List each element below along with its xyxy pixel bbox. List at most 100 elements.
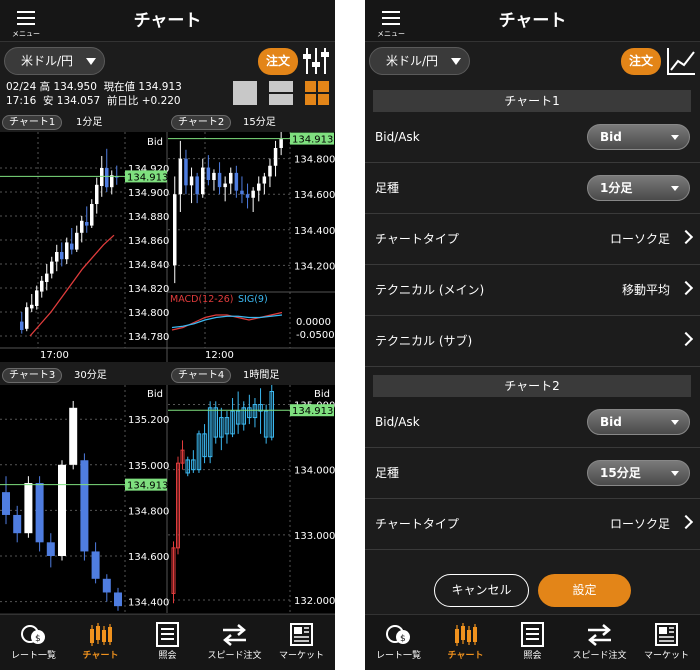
currency-pair-select[interactable]: 米ドル/円 [369, 47, 470, 75]
y-tick-label: 135.200 [128, 415, 169, 426]
settings-select[interactable]: Bid [587, 124, 690, 150]
settings-row-label: チャートタイプ [375, 232, 459, 246]
confirm-button[interactable]: 設定 [538, 574, 631, 607]
y-tick-label: 134.000 [294, 466, 335, 477]
candle-body [2, 492, 10, 515]
chart2-x-label: 12:00 [205, 350, 234, 361]
high-label: 高 [39, 81, 51, 93]
tab-label: スピード注文 [207, 651, 262, 661]
tab-label: チャート [447, 651, 484, 661]
tab-list[interactable]: 照会 [499, 615, 566, 670]
section-header-chart1: チャート1 [373, 90, 691, 112]
tab-coins[interactable]: $ レート一覧 [0, 615, 67, 670]
macd-tick-1: -0.0500 [296, 330, 335, 341]
tab-swap-arrows[interactable]: スピード注文 [201, 615, 268, 670]
candle-body [262, 176, 267, 184]
chart1-tag[interactable]: チャート1 [2, 115, 63, 130]
candle-body [50, 261, 54, 274]
settings-row[interactable]: チャートタイプ ローソク足 [365, 499, 700, 550]
candle-body [184, 158, 188, 186]
chart1-x-label: 17:00 [40, 350, 69, 361]
tab-newspaper[interactable]: マーケット [633, 615, 700, 670]
tab-list[interactable]: 照会 [134, 615, 201, 670]
current-value: 134.913 [138, 81, 182, 93]
candle-body [58, 464, 66, 556]
chart3-tag[interactable]: チャート3 [2, 368, 63, 383]
settings-row[interactable]: 足種 15分足 [365, 448, 700, 499]
tab-candlestick[interactable]: チャート [432, 615, 499, 670]
tab-label: レート一覧 [375, 651, 421, 661]
tab-candlestick[interactable]: チャート [67, 615, 134, 670]
candle-body [105, 168, 109, 188]
tab-bar: $ レート一覧 チャート 照会 スピード注文 マーケット [365, 614, 700, 670]
candle-body [75, 232, 79, 250]
change-value: +0.220 [141, 95, 181, 107]
chart3-current-price: 134.913 [127, 481, 168, 492]
order-button[interactable]: 注文 [258, 48, 298, 75]
chevron-right-icon [678, 331, 694, 347]
candle-body [90, 204, 94, 226]
y-tick-label: 134.820 [128, 284, 169, 295]
settings-select[interactable]: 15分足 [587, 460, 690, 486]
tab-swap-arrows[interactable]: スピード注文 [566, 615, 633, 670]
candle-body [240, 190, 244, 195]
chart-row-top[interactable]: Bid 134.920134.900134.880134.860134.8401… [0, 132, 335, 362]
settings-row-label: 足種 [375, 466, 400, 480]
newspaper-icon [655, 623, 678, 646]
chart-screen: メニュー チャート 米ドル/円 注文 02/24 高 134.950 現在値 1… [0, 0, 335, 670]
candle-body [100, 168, 104, 186]
chart2-tag[interactable]: チャート2 [171, 115, 232, 130]
tab-label: 照会 [158, 651, 177, 661]
candle-body [245, 194, 250, 198]
settings-row[interactable]: テクニカル (サブ) [365, 316, 700, 367]
chart4-current-price: 134.913 [292, 406, 333, 417]
settings-select[interactable]: Bid [587, 409, 690, 435]
layout-quad-icon[interactable] [304, 80, 330, 106]
cancel-button[interactable]: キャンセル [434, 574, 529, 607]
currency-pair-select[interactable]: 米ドル/円 [4, 47, 105, 75]
chart3-timeframe: 30分足 [74, 370, 107, 381]
chevron-right-icon [678, 280, 694, 296]
layout-split-icon[interactable] [268, 80, 294, 106]
candle-body [46, 542, 55, 556]
y-tick-label: 134.400 [128, 598, 169, 609]
dropdown-arrow-icon [671, 420, 679, 425]
candle-body [30, 304, 34, 309]
settings-select[interactable]: 1分足 [587, 175, 690, 201]
order-button[interactable]: 注文 [621, 48, 661, 75]
settings-row-label: Bid/Ask [375, 415, 420, 429]
y-tick-label: 134.800 [128, 308, 169, 319]
chart-row-bottom[interactable]: Bid 135.200135.000134.800134.600134.400 … [0, 385, 335, 613]
settings-row[interactable]: テクニカル (メイン) 移動平均 [365, 265, 700, 316]
candle-body [95, 184, 99, 204]
settings-select-value: Bid [600, 130, 622, 144]
candle-body [223, 183, 227, 188]
high-value: 134.950 [53, 81, 97, 93]
y-tick-label: 134.200 [294, 261, 335, 272]
layout-single-icon[interactable] [232, 80, 258, 106]
candle-body [85, 222, 89, 226]
settings-row-value: 移動平均 [621, 283, 670, 297]
tab-coins[interactable]: $ レート一覧 [365, 615, 432, 670]
swap-arrows-icon [223, 624, 246, 646]
settings-sliders-icon[interactable] [302, 46, 330, 76]
candle-body [55, 252, 59, 262]
chart-settings-screen: メニュー チャート 米ドル/円 注文 チャート1 Bid/Ask Bid 足種 1分足チ… [365, 0, 700, 670]
tab-newspaper[interactable]: マーケット [268, 615, 335, 670]
settings-row-label: 足種 [375, 181, 400, 195]
settings-row-value: ローソク足 [609, 517, 670, 531]
candle-body [201, 167, 205, 195]
line-chart-icon[interactable] [666, 46, 696, 76]
dropdown-arrow-icon [671, 471, 679, 476]
chart4-tag[interactable]: チャート4 [171, 368, 232, 383]
list-icon [521, 622, 544, 647]
tab-label: 照会 [523, 651, 542, 661]
settings-row[interactable]: 足種 1分足 [365, 163, 700, 214]
coins-icon: $ [21, 625, 45, 644]
candle-body [13, 514, 22, 534]
settings-row[interactable]: Bid/Ask Bid [365, 112, 700, 163]
candle-body [173, 194, 177, 266]
tab-label: スピード注文 [572, 651, 627, 661]
settings-row[interactable]: Bid/Ask Bid [365, 397, 700, 448]
settings-row[interactable]: チャートタイプ ローソク足 [365, 214, 700, 265]
